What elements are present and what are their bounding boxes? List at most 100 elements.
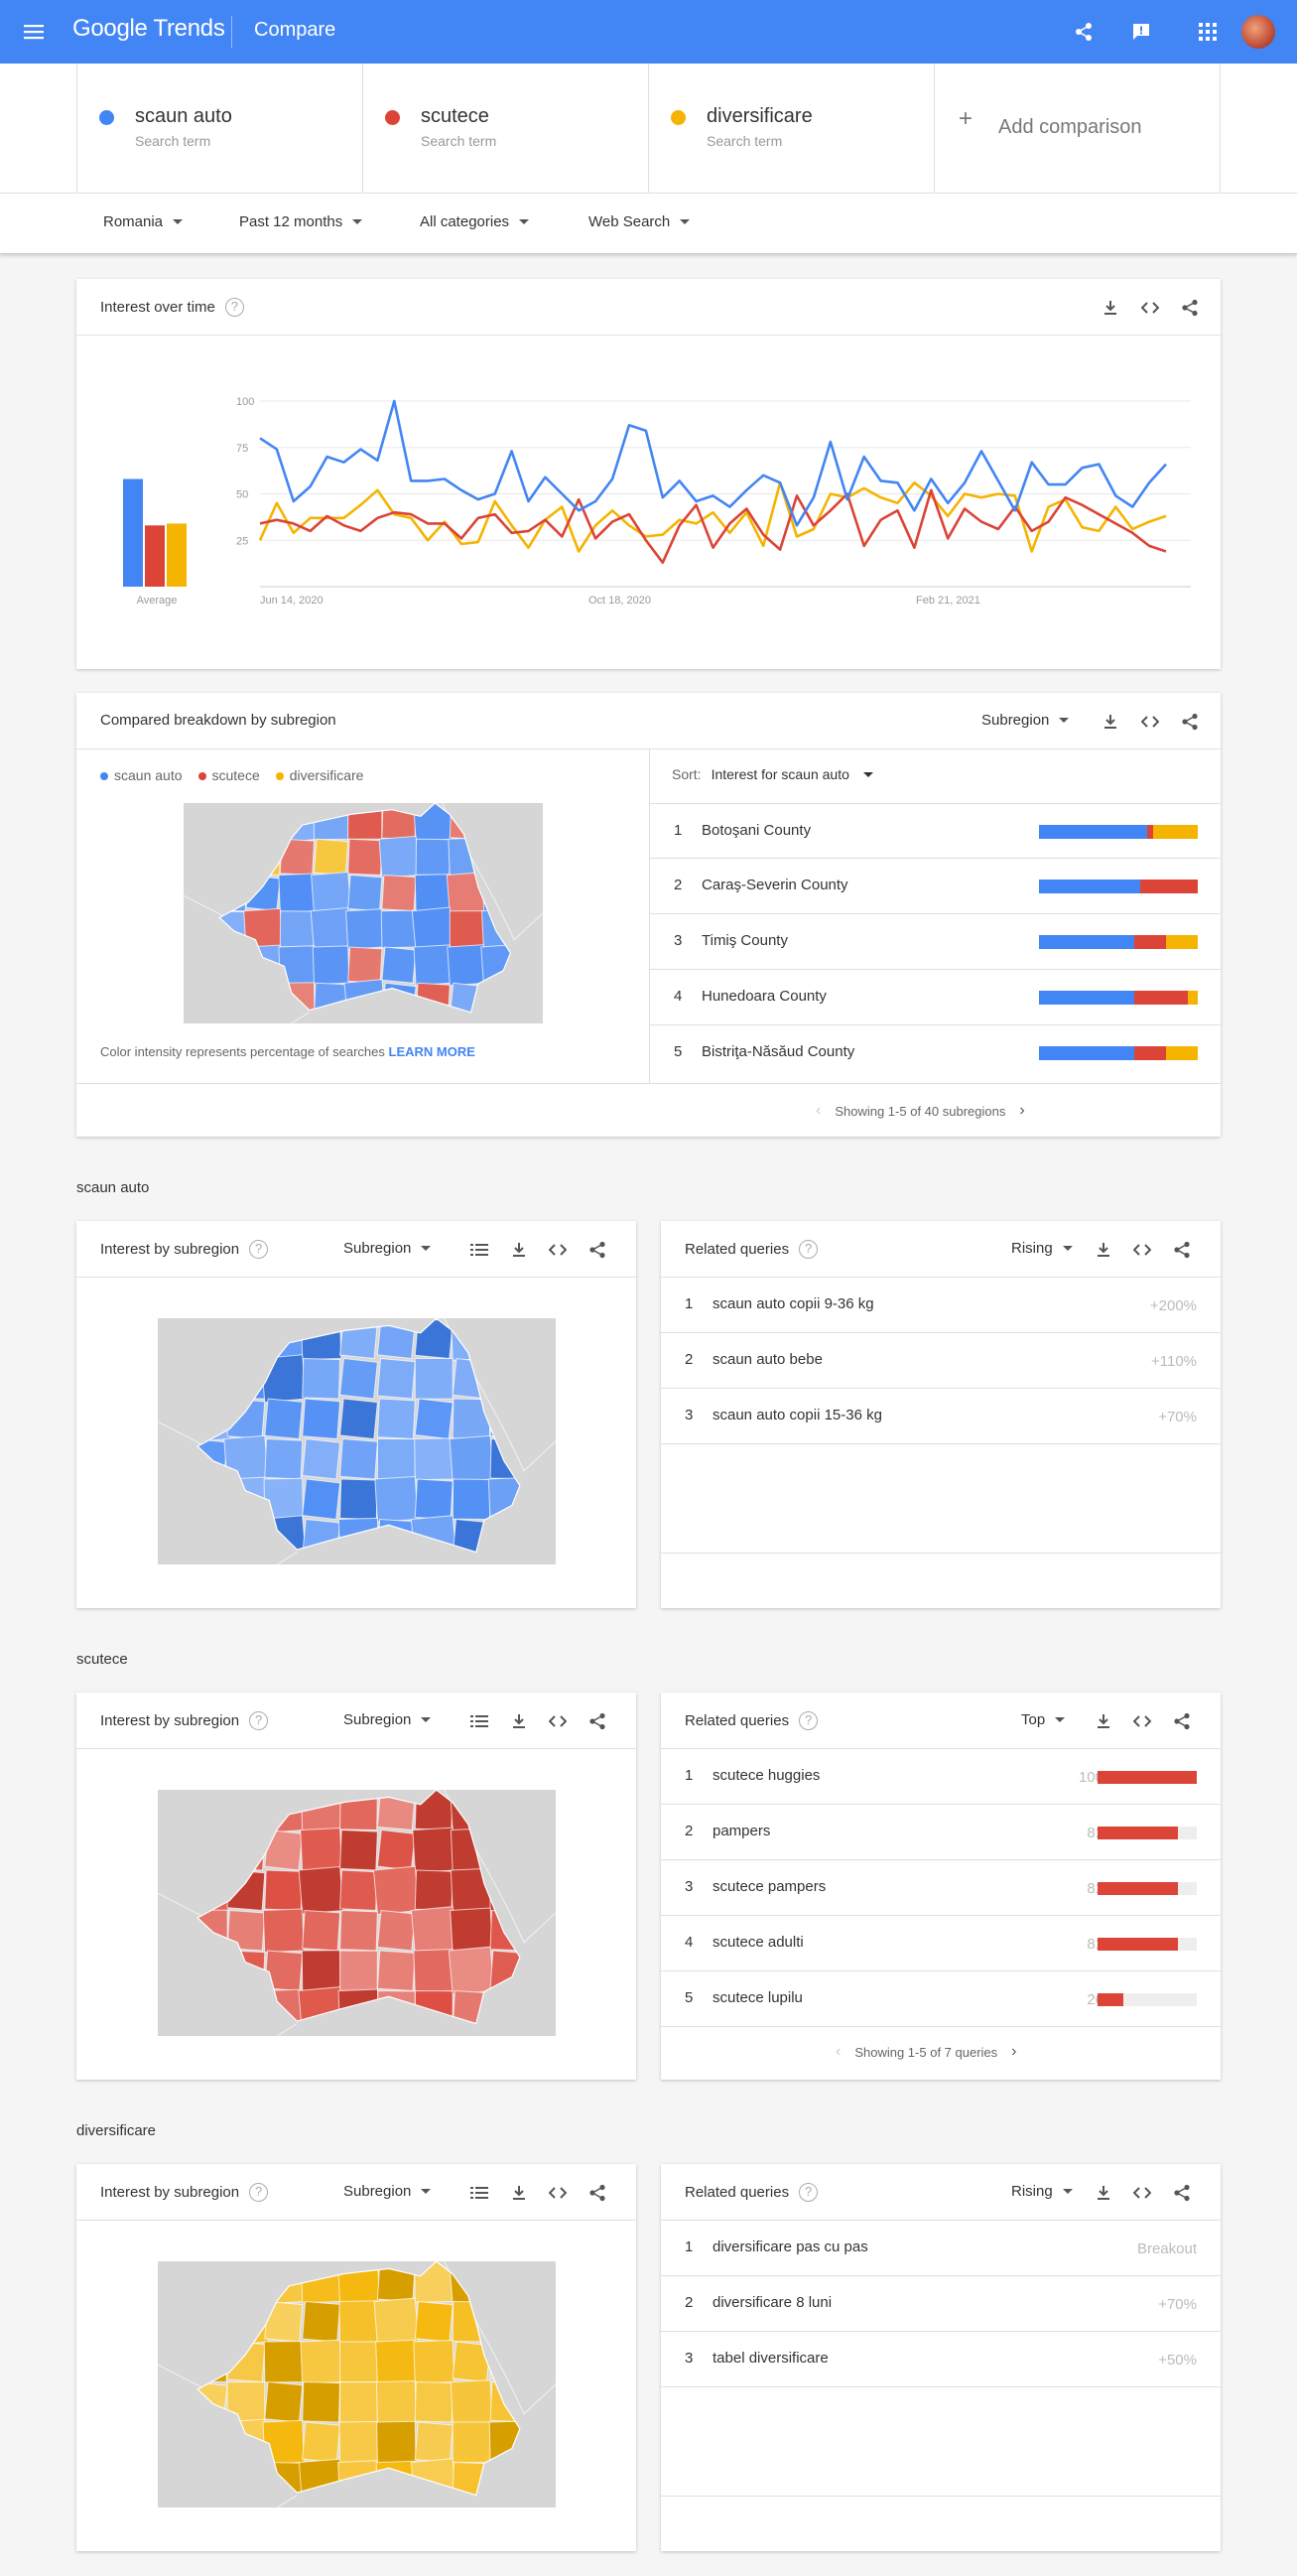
county-region[interactable] — [339, 1909, 378, 1952]
download-icon[interactable] — [508, 1239, 530, 1261]
county-region[interactable] — [413, 2339, 455, 2384]
county-region[interactable] — [372, 1865, 420, 1916]
county-region[interactable] — [339, 2380, 378, 2423]
share-icon[interactable] — [1179, 297, 1201, 319]
county-region[interactable] — [279, 910, 316, 948]
download-icon[interactable] — [508, 2182, 530, 2204]
county-region[interactable] — [339, 2341, 378, 2382]
list-item[interactable]: 1 diversificare pas cu pas Breakout — [661, 2221, 1221, 2276]
help-icon[interactable]: ? — [799, 1240, 819, 1259]
interest-map[interactable] — [158, 1318, 556, 1564]
top-dropdown[interactable]: Top — [1021, 1711, 1066, 1728]
county-region[interactable] — [410, 1906, 457, 1956]
county-region[interactable] — [345, 908, 385, 950]
share-icon[interactable] — [586, 2182, 608, 2204]
term-card-3[interactable]: diversificare Search term — [648, 64, 934, 193]
county-region[interactable] — [300, 1827, 343, 1873]
county-region[interactable] — [373, 2297, 420, 2346]
county-region[interactable] — [375, 2339, 418, 2384]
list-item[interactable]: 2 pampers 81 — [661, 1805, 1221, 1860]
series-line[interactable] — [259, 399, 1167, 527]
county-region[interactable] — [376, 2420, 417, 2464]
county-region[interactable] — [449, 1434, 494, 1483]
list-view-icon[interactable] — [468, 1239, 490, 1261]
search-type-filter[interactable]: Web Search — [588, 213, 691, 230]
county-region[interactable] — [414, 1478, 454, 1521]
county-region[interactable] — [262, 1908, 305, 1954]
feedback-icon[interactable] — [1127, 18, 1155, 46]
county-region[interactable] — [376, 1829, 416, 1871]
embed-code-icon[interactable] — [1139, 711, 1161, 733]
list-item[interactable]: 2 scaun auto bebe +110% — [661, 1333, 1221, 1389]
county-region[interactable] — [376, 1909, 416, 1952]
region-filter[interactable]: Romania — [103, 213, 184, 230]
county-region[interactable] — [412, 1827, 456, 1873]
list-item[interactable]: 3 scutece pampers 81 — [661, 1860, 1221, 1916]
list-item[interactable]: 1 Botoşani County — [650, 803, 1221, 859]
list-item[interactable]: 3 scaun auto copii 15-36 kg +70% — [661, 1389, 1221, 1444]
help-icon[interactable]: ? — [249, 1240, 269, 1259]
sort-control[interactable]: Sort: Interest for scaun auto — [672, 766, 873, 782]
county-region[interactable] — [414, 1869, 454, 1912]
county-region[interactable] — [339, 1398, 378, 1440]
county-region[interactable] — [414, 2300, 454, 2343]
county-region[interactable] — [415, 838, 451, 877]
share-icon[interactable] — [1070, 18, 1098, 46]
avatar[interactable] — [1241, 15, 1275, 49]
county-region[interactable] — [380, 909, 418, 949]
embed-code-icon[interactable] — [1139, 297, 1161, 319]
embed-code-icon[interactable] — [1131, 2182, 1153, 2204]
county-region[interactable] — [347, 946, 383, 984]
county-region[interactable] — [376, 1398, 416, 1440]
county-region[interactable] — [301, 1950, 341, 1992]
county-region[interactable] — [310, 906, 352, 951]
series-line[interactable] — [259, 488, 1167, 564]
county-region[interactable] — [375, 2379, 417, 2424]
average-bar[interactable] — [145, 525, 165, 587]
subregion-dropdown[interactable]: Subregion — [343, 1240, 432, 1257]
share-icon[interactable] — [586, 1710, 608, 1732]
download-icon[interactable] — [1093, 1710, 1114, 1732]
county-region[interactable] — [302, 1437, 341, 1480]
county-region[interactable] — [302, 1909, 341, 1952]
average-bar[interactable] — [123, 478, 143, 587]
time-filter[interactable]: Past 12 months — [239, 213, 363, 230]
county-region[interactable] — [381, 874, 417, 912]
county-region[interactable] — [339, 1829, 378, 1871]
embed-code-icon[interactable] — [1131, 1710, 1153, 1732]
county-region[interactable] — [264, 1437, 304, 1480]
rising-dropdown[interactable]: Rising — [1011, 1240, 1073, 1257]
embed-code-icon[interactable] — [547, 1239, 569, 1261]
list-item[interactable]: 4 scutece adulti 81 — [661, 1916, 1221, 1971]
download-icon[interactable] — [508, 1710, 530, 1732]
list-view-icon[interactable] — [468, 2182, 490, 2204]
county-region[interactable] — [302, 1398, 341, 1440]
county-region[interactable] — [339, 1478, 378, 1521]
county-region[interactable] — [302, 1357, 341, 1400]
apps-icon[interactable] — [1194, 18, 1222, 46]
share-icon[interactable] — [1171, 2182, 1193, 2204]
subregion-dropdown[interactable]: Subregion — [343, 1711, 432, 1728]
county-region[interactable] — [376, 1357, 416, 1400]
county-region[interactable] — [452, 1478, 491, 1521]
list-item[interactable]: 2 Caraş-Severin County — [650, 859, 1221, 914]
share-icon[interactable] — [586, 1239, 608, 1261]
county-region[interactable] — [339, 1357, 378, 1400]
list-item[interactable]: 1 scaun auto copii 9-36 kg +200% — [661, 1278, 1221, 1333]
term-card-2[interactable]: scutece Search term — [362, 64, 648, 193]
list-item[interactable]: 4 Hunedoara County — [650, 970, 1221, 1025]
term-name[interactable]: diversificare — [707, 105, 813, 128]
county-region[interactable] — [378, 835, 420, 879]
help-icon[interactable]: ? — [799, 2183, 819, 2202]
county-region[interactable] — [339, 1437, 378, 1480]
term-name[interactable]: scutece — [421, 105, 489, 128]
county-region[interactable] — [414, 1358, 454, 1400]
help-icon[interactable]: ? — [224, 298, 244, 317]
share-icon[interactable] — [1171, 1710, 1193, 1732]
category-filter[interactable]: All categories — [420, 213, 530, 230]
list-item[interactable]: 5 scutece lupilu 26 — [661, 1971, 1221, 2027]
county-region[interactable] — [414, 2421, 454, 2464]
county-region[interactable] — [298, 1865, 344, 1915]
county-region[interactable] — [312, 945, 350, 986]
county-region[interactable] — [313, 838, 349, 877]
